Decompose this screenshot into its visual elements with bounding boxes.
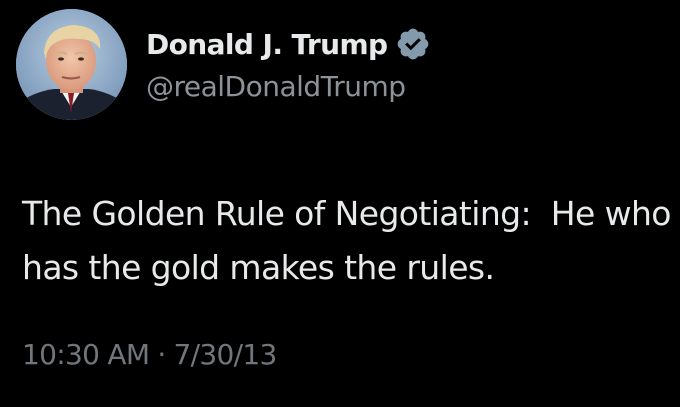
tweet-date: 7/30/13 bbox=[173, 338, 278, 371]
tweet-time: 10:30 AM bbox=[22, 338, 150, 371]
verified-badge-icon bbox=[395, 26, 431, 62]
profile-photo-icon bbox=[16, 9, 127, 120]
display-name[interactable]: Donald J. Trump bbox=[146, 28, 388, 61]
tweet-text: The Golden Rule of Negotiating: He who h… bbox=[22, 194, 680, 287]
meta-separator: · bbox=[157, 338, 166, 371]
tweet-card: Donald J. Trump @realDonaldTrump The Gol… bbox=[0, 0, 680, 407]
author-handle[interactable]: @realDonaldTrump bbox=[146, 70, 406, 103]
author-name-row: Donald J. Trump bbox=[146, 24, 431, 64]
avatar[interactable] bbox=[16, 9, 127, 120]
tweet-timestamp[interactable]: 10:30 AM · 7/30/13 bbox=[22, 338, 277, 371]
